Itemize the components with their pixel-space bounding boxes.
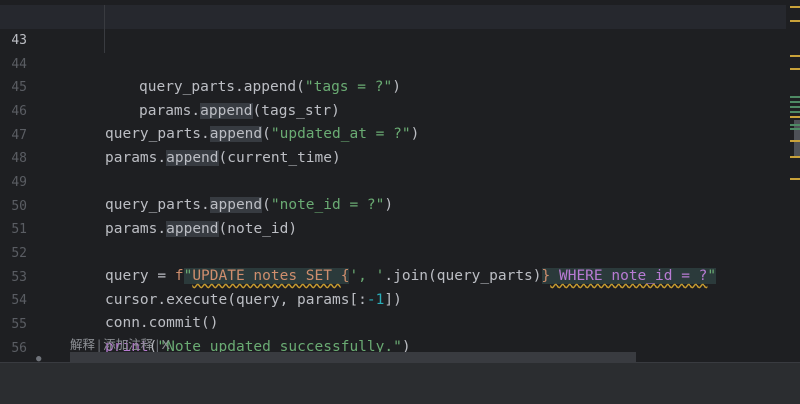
warning-marker[interactable] xyxy=(790,68,800,70)
code-line[interactable]: 45 xyxy=(0,52,786,95)
warning-marker[interactable] xyxy=(790,20,800,22)
change-marker[interactable] xyxy=(790,128,800,130)
code-line[interactable]: 55 print("Note updated successfully.") xyxy=(0,289,786,356)
change-marker[interactable] xyxy=(790,111,800,113)
warning-marker[interactable] xyxy=(790,6,800,8)
code-line[interactable]: 47 params.append(current_time) xyxy=(0,100,786,167)
code-line[interactable]: 44 params.append(tags_str) xyxy=(0,29,786,119)
next-line-peek xyxy=(70,352,636,362)
warning-marker[interactable] xyxy=(790,156,800,158)
indent-guide xyxy=(104,29,105,53)
code-line[interactable]: 53 cursor.execute(query, params[:-1]) xyxy=(0,242,786,309)
code-editor[interactable]: 43 query_parts.append("tags = ?") 44 par… xyxy=(0,0,786,364)
code-line[interactable]: 50 params.append(note_id) xyxy=(0,171,786,238)
warning-marker[interactable] xyxy=(790,116,800,118)
code-line[interactable]: 43 query_parts.append("tags = ?") xyxy=(0,5,786,95)
indent-guide xyxy=(104,5,105,29)
close-inlay-button[interactable]: X xyxy=(161,337,170,352)
change-marker[interactable] xyxy=(790,96,800,98)
code-line[interactable]: 56 xyxy=(0,313,786,356)
code-line[interactable]: 49 query_parts.append("note_id = ?") xyxy=(0,147,786,214)
change-marker[interactable] xyxy=(790,101,800,103)
separator: | xyxy=(97,337,102,352)
change-marker[interactable] xyxy=(790,124,800,126)
code-line[interactable]: 48 xyxy=(0,123,786,166)
warning-marker[interactable] xyxy=(790,55,800,57)
explain-link[interactable]: 解释 xyxy=(70,337,95,352)
editor-scrollbar[interactable] xyxy=(786,0,800,362)
code-line[interactable]: 52 query = f"UPDATE notes SET {', '.join… xyxy=(0,218,786,285)
warning-marker[interactable] xyxy=(790,140,800,142)
code-line[interactable]: 51 xyxy=(0,194,786,237)
warning-marker[interactable] xyxy=(790,178,800,180)
change-marker[interactable] xyxy=(790,106,800,108)
line-number: 56 xyxy=(11,340,27,356)
code-line[interactable]: 46 query_parts.append("updated_at = ?") xyxy=(0,76,786,143)
code-line[interactable]: 54 conn.commit() xyxy=(0,265,786,332)
add-comment-link[interactable]: 添加注释 xyxy=(103,337,153,352)
bottom-panel xyxy=(0,362,800,404)
